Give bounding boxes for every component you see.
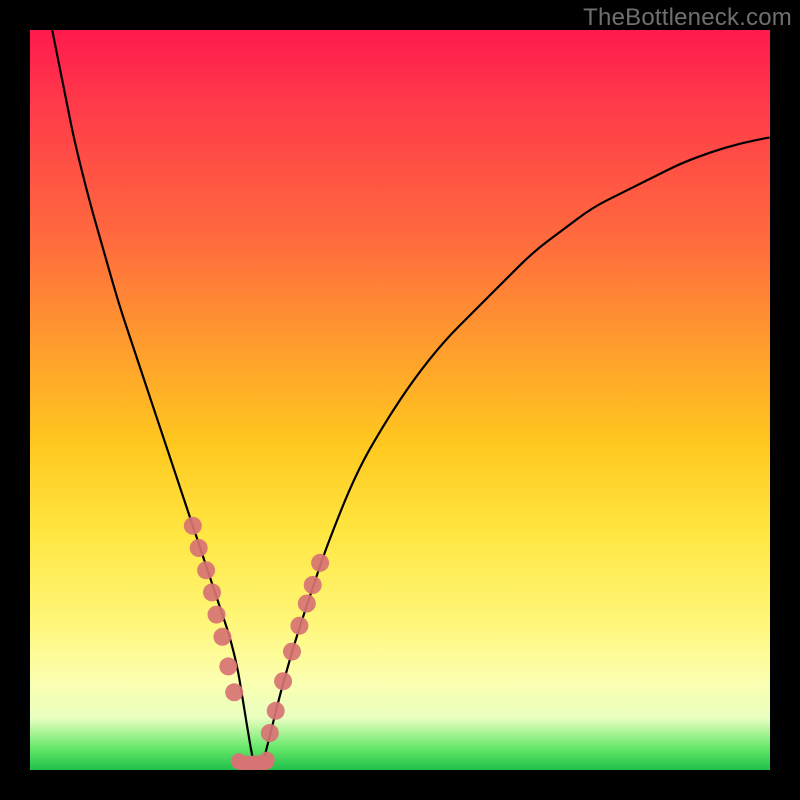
marker-dot: [219, 657, 237, 675]
marker-dot: [203, 583, 221, 601]
marker-dot: [197, 561, 215, 579]
watermark-text: TheBottleneck.com: [583, 4, 792, 32]
marker-dot: [184, 517, 202, 535]
plot-area: [30, 30, 770, 770]
marker-dot: [290, 617, 308, 635]
curve-path: [52, 30, 770, 770]
marker-dot: [208, 606, 226, 624]
chart-frame: TheBottleneck.com: [0, 0, 800, 800]
marker-dot: [267, 702, 285, 720]
marker-dot: [283, 643, 301, 661]
marker-dot: [304, 576, 322, 594]
marker-dot: [298, 595, 316, 613]
right-branch-dots: [261, 554, 329, 742]
marker-dot: [274, 672, 292, 690]
marker-dot: [259, 752, 275, 768]
marker-dot: [311, 554, 329, 572]
marker-dot: [261, 724, 279, 742]
marker-dot: [190, 539, 208, 557]
marker-dot: [225, 683, 243, 701]
marker-dot: [213, 628, 231, 646]
left-branch-dots: [184, 517, 243, 702]
bottleneck-curve: [30, 30, 770, 770]
